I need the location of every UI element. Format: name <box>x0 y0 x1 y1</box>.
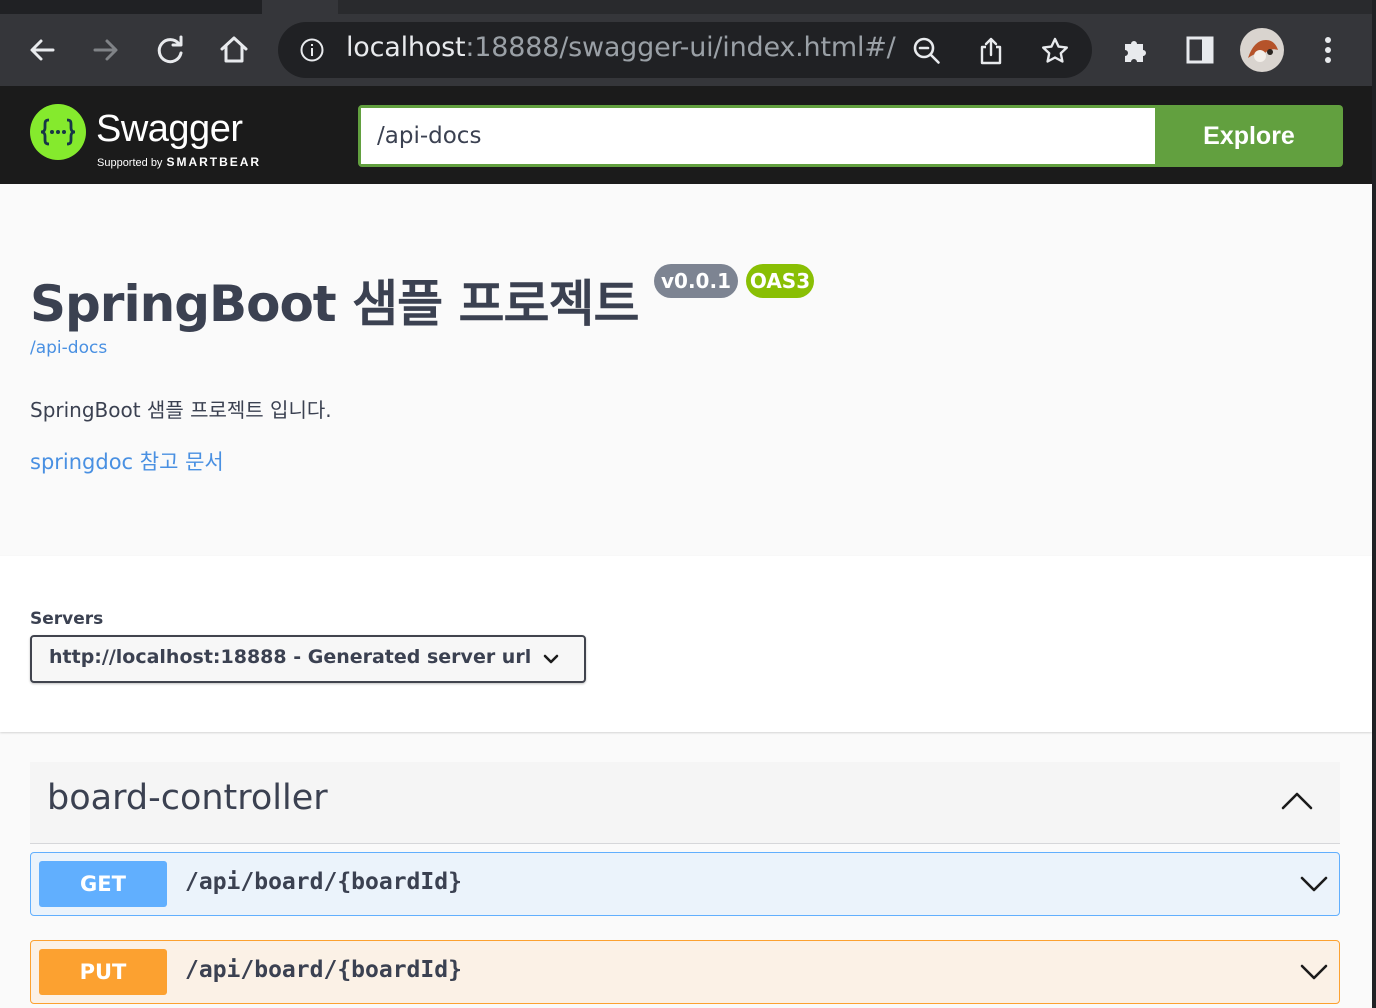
operation-path: /api/board/{boardId} <box>185 957 462 983</box>
bookmark-star-icon[interactable] <box>1040 36 1070 66</box>
reload-icon <box>157 35 183 64</box>
servers-select[interactable]: http://localhost:18888 - Generated serve… <box>30 635 586 683</box>
site-info-icon[interactable] <box>300 38 324 62</box>
api-description: SpringBoot 샘플 프로젝트 입니다. <box>30 398 332 422</box>
chevron-down-icon <box>543 654 559 664</box>
spec-url-input[interactable] <box>361 108 1155 164</box>
tag-title: board-controller <box>47 778 328 818</box>
chevron-down-icon[interactable] <box>1299 873 1329 895</box>
forward-button[interactable] <box>84 28 128 72</box>
servers-label: Servers <box>30 609 104 629</box>
address-bar[interactable]: localhost:18888/swagger-ui/index.html#/ <box>278 22 1092 78</box>
window-edge <box>1372 0 1376 1008</box>
address-url[interactable]: localhost:18888/swagger-ui/index.html#/ <box>346 32 896 63</box>
home-icon <box>220 36 248 63</box>
info-section: SpringBoot 샘플 프로젝트 v0.0.1 OAS3 /api-docs… <box>0 184 1372 556</box>
forward-arrow-icon <box>93 39 118 61</box>
oas-badge: OAS3 <box>746 264 814 298</box>
swagger-logo-text: Swagger <box>96 108 243 150</box>
explore-button[interactable]: Explore <box>1155 105 1343 167</box>
servers-selected-value: http://localhost:18888 - Generated serve… <box>49 646 532 668</box>
page-title: SpringBoot 샘플 프로젝트 <box>30 275 640 333</box>
extensions-button[interactable] <box>1114 28 1158 72</box>
tag-header-board-controller[interactable]: board-controller <box>30 762 1340 844</box>
method-badge-put: PUT <box>39 949 167 995</box>
home-button[interactable] <box>212 28 256 72</box>
servers-section: Servers http://localhost:18888 - Generat… <box>0 556 1372 732</box>
share-icon[interactable] <box>976 36 1006 66</box>
operation-get-board[interactable]: GET /api/board/{boardId} <box>30 852 1340 916</box>
api-docs-link[interactable]: /api-docs <box>30 338 107 358</box>
profile-avatar[interactable] <box>1240 28 1284 72</box>
supported-by-text: Supported by <box>97 157 163 169</box>
springdoc-reference-link[interactable]: springdoc 참고 문서 <box>30 446 224 476</box>
swagger-logo-icon <box>40 118 76 146</box>
chevron-down-icon[interactable] <box>1299 961 1329 983</box>
back-arrow-icon <box>30 39 55 61</box>
chevron-up-icon[interactable] <box>1280 788 1314 812</box>
url-host: localhost <box>346 32 466 63</box>
method-badge-get: GET <box>39 861 167 907</box>
swagger-topbar: Swagger Supported bySMARTBEAR Explore <box>0 86 1372 184</box>
tab-strip-area <box>338 0 1372 14</box>
browser-toolbar: localhost:18888/swagger-ui/index.html#/ <box>0 14 1372 86</box>
swagger-logo-subtitle: Supported by SMARTBEAR <box>97 155 261 169</box>
operation-path: /api/board/{boardId} <box>185 869 462 895</box>
side-panel-icon <box>1186 36 1214 64</box>
back-button[interactable] <box>20 28 64 72</box>
zoom-icon[interactable] <box>912 36 942 66</box>
reload-button[interactable] <box>148 28 192 72</box>
avatar-icon <box>1240 28 1284 72</box>
version-badge: v0.0.1 <box>654 264 738 298</box>
smartbear-brand: SMARTBEAR <box>166 155 262 169</box>
side-panel-button[interactable] <box>1178 28 1222 72</box>
url-path: :18888/swagger-ui/index.html#/ <box>465 32 896 63</box>
puzzle-icon <box>1125 41 1146 62</box>
menu-button[interactable] <box>1306 28 1350 72</box>
more-vert-icon <box>1325 37 1331 63</box>
active-tab[interactable] <box>262 0 338 14</box>
swagger-logo[interactable] <box>30 104 86 160</box>
spec-url-form: Explore <box>358 105 1343 167</box>
operation-put-board[interactable]: PUT /api/board/{boardId} <box>30 940 1340 1004</box>
